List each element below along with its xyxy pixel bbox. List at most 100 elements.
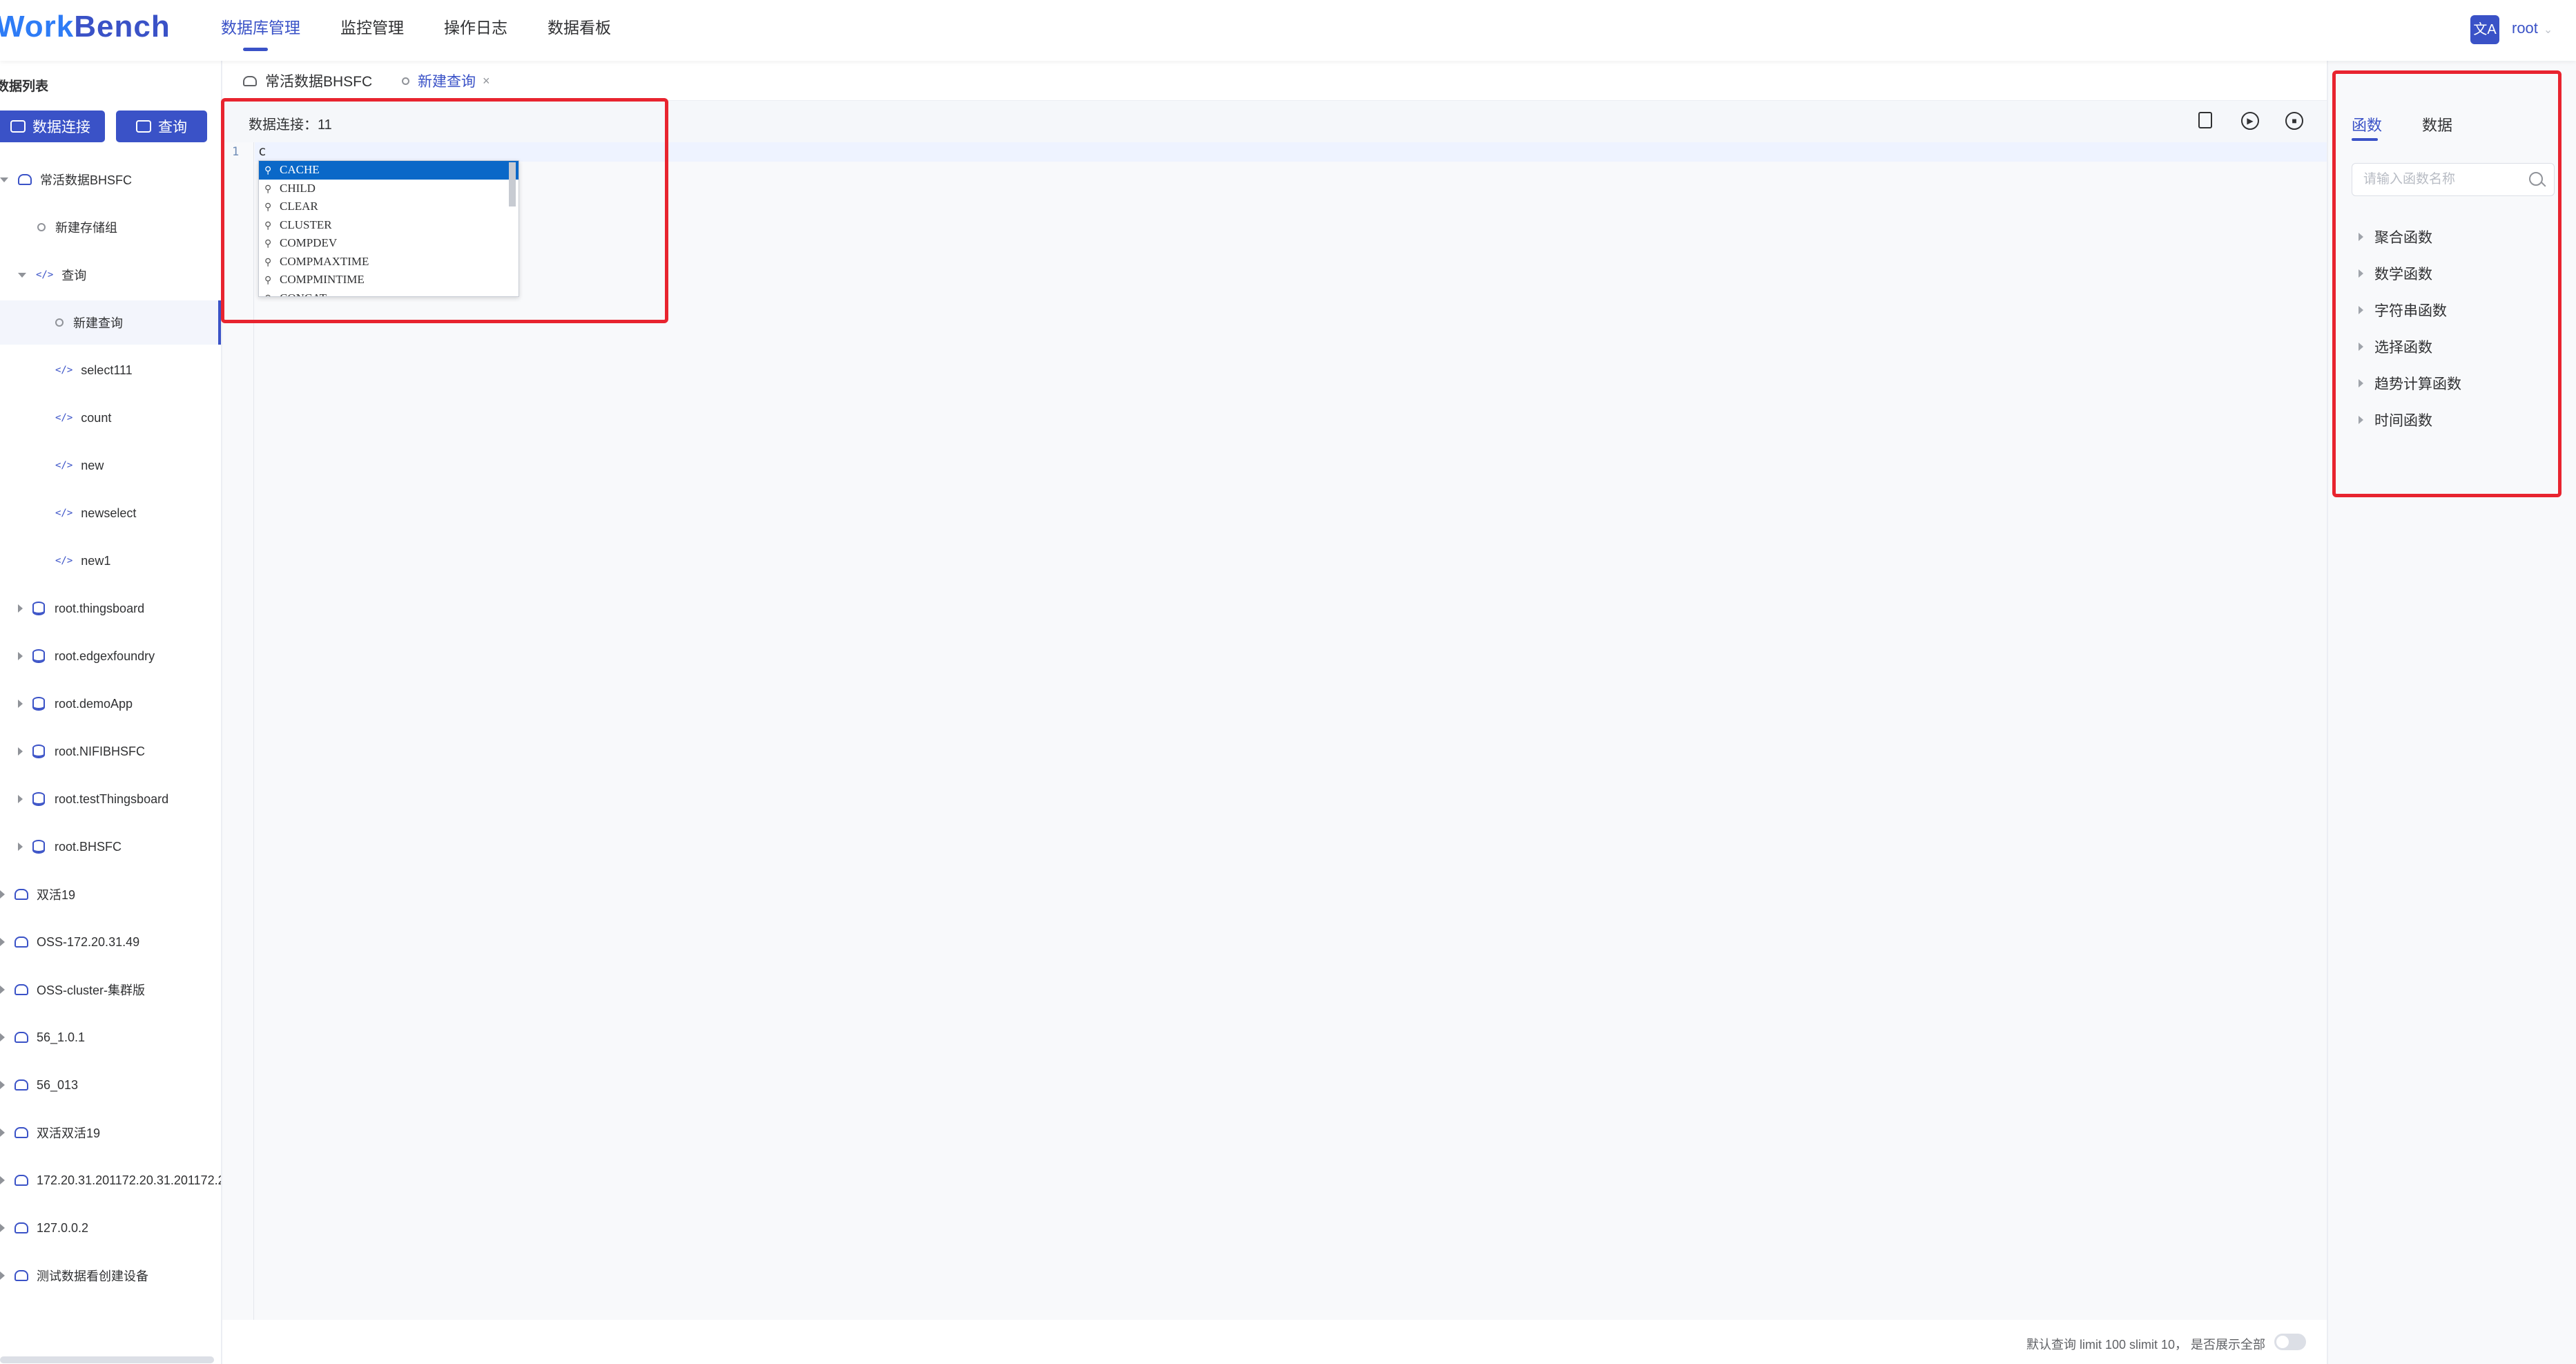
nav-monitoring[interactable]: 监控管理 [340,0,404,61]
function-category[interactable]: 趋势计算函数 [2359,365,2461,401]
caret-right-icon[interactable] [0,1176,5,1184]
app-logo[interactable]: WorkBench [0,10,171,44]
query-button[interactable]: 查询 [116,111,207,142]
autocomplete-item[interactable]: ⚲ COMPMAXTIME [259,253,519,271]
tree-item[interactable]: 新建存储组 [0,205,221,249]
tree-item[interactable]: </> 查询 [0,253,221,297]
caret-right-icon[interactable] [0,1224,5,1232]
user-menu[interactable]: root ⌄ [2512,19,2553,37]
close-icon[interactable]: × [483,74,490,88]
caret-down-icon[interactable] [18,272,26,278]
tree-item[interactable]: root.BHSFC [0,825,221,869]
autocomplete-item[interactable]: ⚲ CACHE [259,161,519,180]
tree-item[interactable]: </> select111 [0,348,221,392]
nav-database-management[interactable]: 数据库管理 [221,0,300,61]
tree-item-label: root.NIFIBHSFC [55,744,146,758]
caret-right-icon[interactable] [0,938,5,946]
tree-item[interactable]: 127.0.0.2 [0,1206,221,1250]
tree-item[interactable]: OSS-172.20.31.49 [0,920,221,964]
code-icon: </> [55,460,73,471]
tree-item-label: new [81,458,104,472]
tree-item[interactable]: 双活双活19 [0,1111,221,1155]
search-icon[interactable] [2529,172,2543,186]
database-icon [14,1032,28,1043]
caret-right-icon[interactable] [0,986,5,994]
tree-item[interactable]: </> count [0,396,221,440]
tree-item-label: root.testThingsboard [55,791,169,806]
show-all-toggle[interactable] [2274,1334,2306,1350]
tree-item[interactable]: </> new [0,443,221,488]
database-icon [14,1127,28,1138]
tab-functions[interactable]: 函数 [2352,113,2382,141]
tree-item[interactable]: OSS-cluster-集群版 [0,968,221,1012]
database-icon [14,1175,28,1186]
caret-right-icon[interactable] [0,1033,5,1041]
data-connection-button[interactable]: 数据连接 [0,111,105,142]
autocomplete-dropdown: ⚲ CACHE ⚲ CHILD ⚲ CLEAR ⚲ CLUSTER ⚲ COMPDEV ⚲ COMPM… [258,160,519,297]
run-icon[interactable]: ▶ [2241,112,2259,130]
caret-down-icon[interactable] [0,177,8,182]
stop-icon[interactable]: ■ [2285,112,2303,130]
tree-item[interactable]: 测试数据看创建设备 [0,1253,221,1298]
autocomplete-item[interactable]: ⚲ COMPMINTIME [259,271,519,289]
nav-operation-log[interactable]: 操作日志 [444,0,507,61]
tree-item[interactable]: root.demoApp [0,682,221,726]
tab-connection[interactable]: 常活数据BHSFC [243,70,372,91]
tree-item[interactable]: root.thingsboard [0,586,221,631]
function-category[interactable]: 数学函数 [2359,255,2461,291]
tree-item-label: OSS-cluster-集群版 [37,983,146,997]
caret-right-icon[interactable] [0,1128,5,1137]
tree-item-label: root.thingsboard [55,601,145,615]
sidebar-scrollbar[interactable] [0,1356,214,1363]
tree-item[interactable]: </> newselect [0,491,221,535]
tree-item[interactable]: 双活19 [0,872,221,916]
tree-item[interactable]: 172.20.31.201172.20.31.201172.2 [0,1158,222,1202]
function-search-input[interactable] [2352,164,2518,195]
tree-item[interactable]: 56_013 [0,1063,221,1107]
keyword-icon: ⚲ [264,184,272,195]
code-icon: </> [36,269,54,280]
code-icon: </> [55,555,73,566]
tree-item[interactable]: root.testThingsboard [0,777,221,821]
tree-item[interactable]: </> new1 [0,539,221,583]
caret-right-icon[interactable] [18,843,23,851]
tab-data[interactable]: 数据 [2422,113,2452,135]
caret-right-icon[interactable] [18,652,23,660]
function-category-list: 聚合函数 数学函数 字符串函数 选择函数 趋势计算函数 时间函数 [2359,218,2461,438]
caret-right-icon[interactable] [18,795,23,803]
caret-right-icon[interactable] [18,747,23,756]
caret-right-icon[interactable] [0,890,5,899]
sql-editor[interactable]: 1 c ⚲ CACHE ⚲ CHILD ⚲ CLEAR ⚲ CLUSTER ⚲ COMPDEV ⚲ C… [222,142,2327,1320]
username: root [2512,19,2538,37]
autocomplete-item[interactable]: ⚲ CHILD [259,180,519,198]
function-category[interactable]: 字符串函数 [2359,291,2461,328]
autocomplete-item[interactable]: ⚲CONCAT [259,289,519,297]
tree-item[interactable]: root.NIFIBHSFC [0,729,221,774]
tree-item[interactable]: 新建查询 [0,300,221,345]
autocomplete-item[interactable]: ⚲ CLEAR [259,198,519,216]
autocomplete-scrollbar[interactable] [509,162,516,206]
keyword-icon: ⚲ [264,257,272,268]
autocomplete-item[interactable]: ⚲ COMPDEV [259,234,519,253]
caret-right-icon[interactable] [18,700,23,708]
tree-item-label: 172.20.31.201172.20.31.201172.2 [37,1173,222,1187]
document-icon[interactable] [2198,112,2212,128]
tree-item[interactable]: 常活数据BHSFC [0,157,221,202]
function-category[interactable]: 聚合函数 [2359,218,2461,255]
editor-footer: 默认查询 limit 100 slimit 10， 是否展示全部 [222,1320,2327,1364]
caret-right-icon[interactable] [18,604,23,613]
caret-right-icon[interactable] [0,1081,5,1089]
autocomplete-item[interactable]: ⚲ CLUSTER [259,216,519,235]
chevron-down-icon: ⌄ [2543,24,2553,36]
nav-data-dashboard[interactable]: 数据看板 [548,0,611,61]
language-icon[interactable]: 文A [2470,15,2499,44]
storage-group-icon [32,602,45,615]
function-category[interactable]: 选择函数 [2359,328,2461,365]
tree-item-label: select111 [81,363,133,377]
tree-item[interactable]: 56_1.0.1 [0,1015,221,1059]
function-category[interactable]: 时间函数 [2359,401,2461,438]
caret-right-icon[interactable] [0,1271,5,1280]
tab-new-query[interactable]: 新建查询 × [402,70,490,91]
tree-item[interactable]: root.edgexfoundry [0,634,221,678]
tree-item-label: 双活双活19 [37,1126,101,1140]
